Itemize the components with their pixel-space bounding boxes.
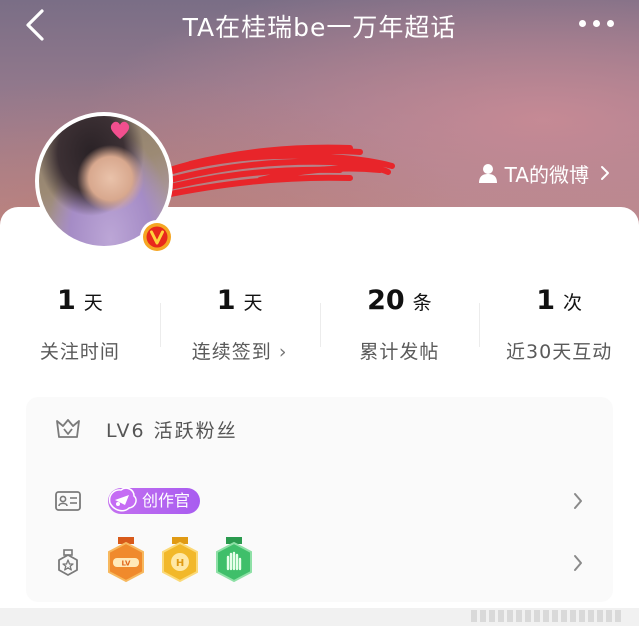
lv-medal-icon: LV bbox=[108, 537, 144, 583]
heart-icon bbox=[110, 121, 130, 139]
hand-medal-icon bbox=[216, 537, 252, 583]
verified-v-icon bbox=[140, 220, 174, 254]
stat-total-posts: 20 条 累计发帖 bbox=[319, 285, 480, 365]
level-crown-icon bbox=[56, 419, 80, 438]
stat-unit: 天 bbox=[83, 292, 103, 314]
creator-badge-label: 创作官 bbox=[142, 491, 191, 510]
page-title: TA在桂瑞be一万年超话 bbox=[182, 13, 457, 42]
profile-card: 1 天 关注时间 1 天 连续签到 › 20 条 累计发帖 1 次 近30天互动… bbox=[0, 207, 639, 626]
stat-follow-days: 1 天 关注时间 bbox=[0, 285, 160, 365]
stat-label: 关注时间 bbox=[39, 341, 120, 363]
weibo-link-label: TA的微博 bbox=[504, 162, 589, 187]
chevron-right-icon[interactable] bbox=[573, 492, 583, 510]
stat-number: 1 bbox=[216, 285, 236, 316]
level-row: LV6 活跃粉丝 bbox=[26, 409, 613, 449]
stat-unit: 次 bbox=[563, 292, 583, 314]
stat-number: 20 bbox=[367, 285, 405, 316]
ta-weibo-link[interactable]: TA的微博 bbox=[477, 158, 611, 188]
svg-text:LV: LV bbox=[122, 560, 131, 568]
fan-info-panel: LV6 活跃粉丝 创作官 LV H bbox=[26, 397, 613, 602]
medal-icon bbox=[58, 549, 78, 576]
medals-row[interactable]: LV H bbox=[26, 537, 613, 583]
stat-label: 累计发帖 bbox=[359, 341, 440, 363]
stat-label: 近30天互动 bbox=[506, 341, 613, 363]
id-card-icon bbox=[55, 491, 81, 511]
stat-unit: 条 bbox=[412, 292, 432, 314]
stat-label: 连续签到 bbox=[191, 341, 272, 363]
chevron-right-icon bbox=[601, 166, 609, 180]
bottom-strip bbox=[0, 608, 639, 626]
creator-glyph-icon bbox=[108, 487, 137, 512]
stat-recent-interactions: 1 次 近30天互动 bbox=[479, 285, 639, 365]
stat-number: 1 bbox=[536, 285, 556, 316]
more-dots-icon[interactable] bbox=[577, 20, 617, 30]
stats-row: 1 天 关注时间 1 天 连续签到 › 20 条 累计发帖 1 次 近30天互动 bbox=[0, 285, 639, 365]
watermark bbox=[471, 610, 621, 622]
stat-label-wrap: 连续签到 › bbox=[160, 337, 320, 364]
chevron-right-icon[interactable] bbox=[573, 554, 583, 572]
svg-text:H: H bbox=[176, 558, 184, 569]
stat-number: 1 bbox=[56, 285, 76, 316]
hi-medal-icon: H bbox=[162, 537, 198, 583]
stat-unit: 天 bbox=[243, 292, 263, 314]
stat-checkin-streak[interactable]: 1 天 连续签到 › bbox=[159, 285, 320, 365]
chevron-right-icon: › bbox=[271, 341, 288, 363]
top-bar: TA在桂瑞be一万年超话 bbox=[0, 0, 639, 48]
creator-badge: 创作官 bbox=[108, 487, 201, 514]
person-icon bbox=[478, 164, 497, 183]
fan-level-label: LV6 活跃粉丝 bbox=[106, 419, 238, 442]
creator-row[interactable]: 创作官 bbox=[26, 481, 613, 521]
